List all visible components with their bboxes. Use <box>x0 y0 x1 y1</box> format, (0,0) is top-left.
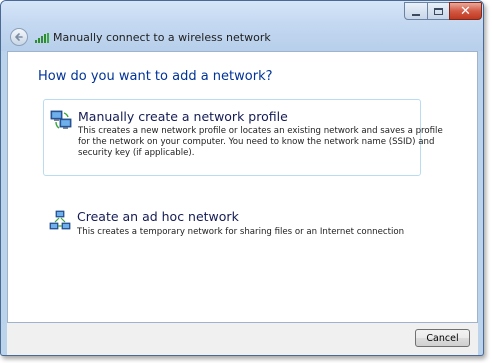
option-manual-profile-description: This creates a new network profile or lo… <box>78 126 443 158</box>
minimize-icon <box>412 13 420 16</box>
close-icon: ✕ <box>460 3 471 19</box>
minimize-button[interactable] <box>404 2 428 20</box>
wireless-signal-icon <box>35 33 49 43</box>
page-heading: How do you want to add a network? <box>38 69 273 84</box>
adhoc-network-icon <box>49 210 71 230</box>
close-button[interactable]: ✕ <box>449 2 482 20</box>
option-adhoc-network[interactable]: Create an ad hoc network This creates a … <box>43 202 421 242</box>
option-manual-profile[interactable]: Manually create a network profile This c… <box>43 99 443 176</box>
network-computers-icon <box>50 110 72 129</box>
maximize-icon <box>434 7 443 15</box>
back-arrow-icon <box>15 33 23 41</box>
dialog-footer <box>7 323 478 355</box>
maximize-button[interactable] <box>427 2 450 20</box>
content-area: How do you want to add a network? Manual… <box>7 51 478 323</box>
option-manual-profile-title: Manually create a network profile <box>78 109 288 124</box>
back-button[interactable] <box>10 28 28 46</box>
option-adhoc-network-title: Create an ad hoc network <box>77 209 239 224</box>
cancel-button[interactable]: Cancel <box>415 329 470 347</box>
option-adhoc-network-description: This creates a temporary network for sha… <box>77 227 405 237</box>
dialog-window: ✕ Manually connect to a wireless network… <box>0 0 484 356</box>
window-title: Manually connect to a wireless network <box>53 31 271 44</box>
